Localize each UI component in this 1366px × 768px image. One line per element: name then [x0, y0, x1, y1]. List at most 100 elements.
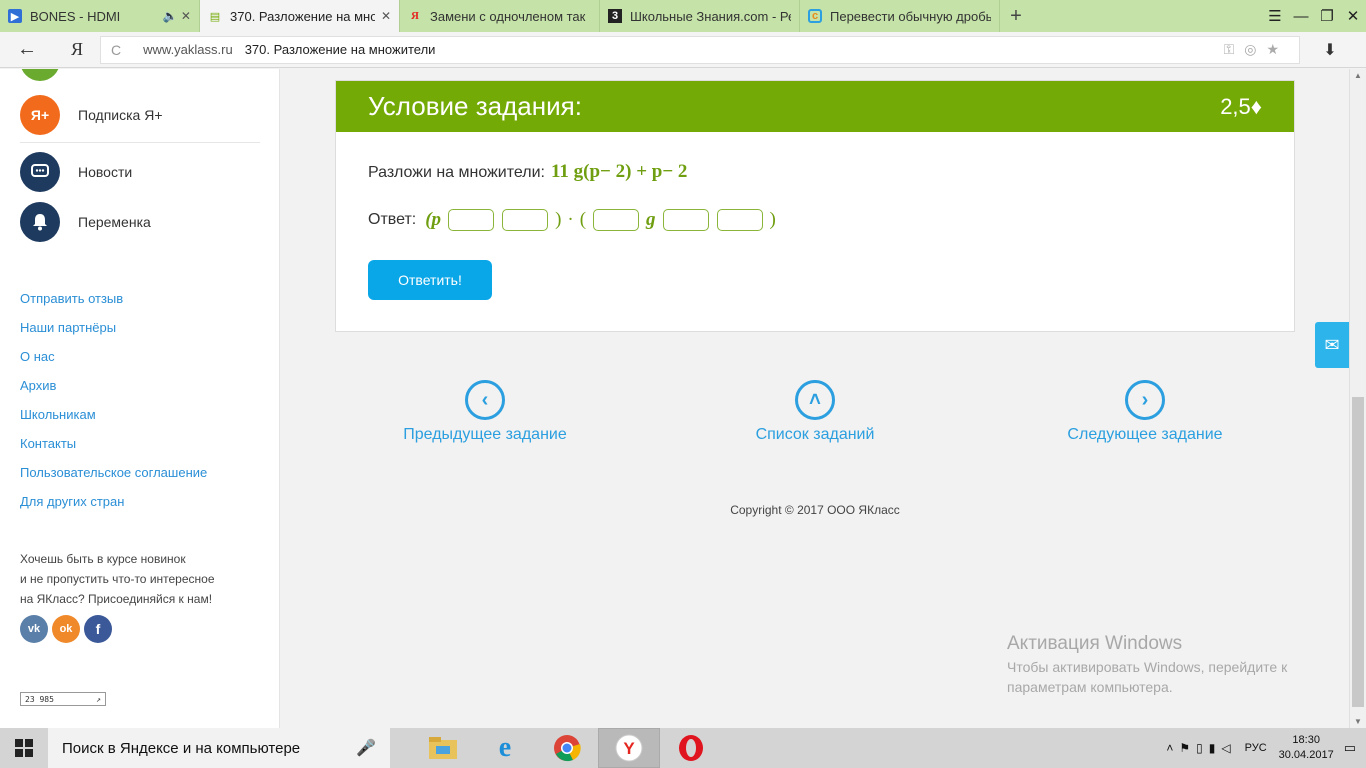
internet-explorer-icon[interactable]: e [474, 728, 536, 768]
activation-title: Активация Windows [1007, 633, 1183, 654]
clock[interactable]: 18:30 30.04.2017 [1279, 733, 1334, 763]
url-domain: www.yaklass.ru [143, 42, 233, 57]
tab-title: Школьные Знания.com - Ре [630, 8, 791, 24]
question-expression: 11 g(p− 2) + p− 2 [550, 161, 688, 182]
yandex-home-button[interactable]: Я [54, 39, 100, 60]
tab-yandex-search[interactable]: Я Замени с одночленом так [400, 0, 600, 32]
task-points: 2,5♦ [1220, 93, 1262, 119]
microphone-icon[interactable]: 🎤 [356, 738, 376, 758]
language-indicator[interactable]: РУС [1245, 742, 1267, 754]
sidebar: Я+ Подписка Я+ Новости Переменка Отправи… [0, 69, 280, 728]
link-partners[interactable]: Наши партнёры [20, 319, 207, 348]
link-agreement[interactable]: Пользовательское соглашение [20, 464, 207, 493]
tab-title: Замени с одночленом так [430, 8, 586, 24]
clock-date: 30.04.2017 [1278, 749, 1334, 761]
task-card: Условие задания: 2,5♦ Разложи на множите… [335, 80, 1295, 332]
close-window-button[interactable]: ✕ [1340, 7, 1366, 25]
maximize-button[interactable]: ❐ [1314, 7, 1340, 25]
social-links: vk ok f [20, 615, 112, 643]
svg-text:Y: Y [623, 739, 635, 758]
answer-label: Ответ: [368, 211, 417, 228]
answer-close-2: ) [769, 209, 776, 230]
answer-field-2[interactable] [502, 209, 549, 231]
scroll-up-icon[interactable]: ▲ [1350, 71, 1366, 80]
tab-fraction[interactable]: c Перевести обычную дробь [800, 0, 1000, 32]
tray-icons[interactable]: ˄⚑▯▮◁ [1166, 741, 1236, 755]
yandex-browser-icon[interactable]: Y [598, 728, 660, 768]
new-tab-button[interactable]: + [1000, 0, 1032, 32]
visitor-counter[interactable]: 23 985 ↗ [20, 692, 106, 706]
tab-title: BONES - HDMI [30, 8, 121, 24]
odnoklassniki-icon[interactable]: ok [52, 615, 80, 643]
footer-links: Отправить отзыв Наши партнёры О нас Архи… [20, 290, 207, 522]
link-feedback[interactable]: Отправить отзыв [20, 290, 207, 319]
minimize-button[interactable]: — [1288, 8, 1314, 25]
scrollbar[interactable]: ▲ ▼ [1349, 69, 1366, 728]
answer-field-4[interactable] [662, 209, 709, 231]
promo-text: Хочешь быть в курсе новинок и не пропуст… [20, 549, 215, 609]
sidebar-item-news[interactable]: Новости [20, 152, 132, 192]
tab-yaklass[interactable]: ▤ 370. Разложение на мно ✕ [200, 0, 400, 32]
link-other-countries[interactable]: Для других стран [20, 493, 207, 522]
close-icon[interactable]: ✕ [381, 9, 391, 23]
url-field[interactable]: C www.yaklass.ru 370. Разложение на множ… [100, 35, 1300, 64]
divider [20, 142, 260, 143]
mail-icon[interactable]: ✉ [1315, 322, 1349, 368]
answer-open-1: (p [425, 209, 442, 230]
promo-line: на ЯКласс? Присоединяйся к нам! [20, 592, 213, 606]
answer-open-2: ( [579, 209, 587, 230]
tab-audio-close[interactable]: 🔈 ✕ [163, 9, 191, 23]
tab-bones-hdmi[interactable]: ▶ BONES - HDMI 🔈 ✕ [0, 0, 200, 32]
bookmark-icons[interactable]: ⚿◎★ [1224, 41, 1289, 58]
menu-icon[interactable]: ☰ [1262, 7, 1288, 25]
search-placeholder: Поиск в Яндексе и на компьютере [62, 739, 301, 757]
book-icon: ▤ [209, 10, 221, 23]
answer-dot: · [567, 209, 574, 230]
answer-field-1[interactable] [448, 209, 495, 231]
sidebar-item-break[interactable]: Переменка [20, 202, 151, 242]
sidebar-item-label: Новости [78, 164, 133, 180]
scroll-thumb[interactable] [1352, 397, 1364, 707]
window-controls: ☰ — ❐ ✕ [1262, 0, 1366, 32]
chrome-icon[interactable] [536, 728, 598, 768]
prev-task-link[interactable]: ‹ Предыдущее задание [365, 380, 605, 444]
task-list-label: Список заданий [755, 426, 875, 443]
taskbar-search[interactable]: Поиск в Яндексе и на компьютере 🎤 [48, 728, 390, 768]
facebook-icon[interactable]: f [84, 615, 112, 643]
scroll-down-icon[interactable]: ▼ [1350, 717, 1366, 726]
arrow-icon: ↗ [96, 694, 101, 704]
sidebar-item-label: Подписка Я+ [78, 107, 163, 123]
taskbar-apps: e Y [412, 728, 722, 768]
browser-tab-bar: ▶ BONES - HDMI 🔈 ✕ ▤ 370. Разложение на … [0, 0, 1366, 32]
link-archive[interactable]: Архив [20, 377, 207, 406]
windows-activation-watermark: Активация Windows Чтобы активировать Win… [1007, 633, 1327, 697]
promo-line: Хочешь быть в курсе новинок [20, 552, 186, 566]
link-students[interactable]: Школьникам [20, 406, 207, 435]
tab-znanija[interactable]: 3 Школьные Знания.com - Ре [600, 0, 800, 32]
bell-icon [20, 202, 60, 242]
answer-field-5[interactable] [716, 209, 763, 231]
sidebar-item-subscription[interactable]: Я+ Подписка Я+ [20, 95, 163, 135]
link-about[interactable]: О нас [20, 348, 207, 377]
answer-field-3[interactable] [593, 209, 640, 231]
download-button[interactable]: ⬇ [1300, 40, 1360, 60]
next-task-link[interactable]: › Следующее задание [1025, 380, 1265, 444]
submit-answer-button[interactable]: Ответить! [368, 260, 492, 300]
link-contacts[interactable]: Контакты [20, 435, 207, 464]
taskbar: Поиск в Яндексе и на компьютере 🎤 e Y ˄⚑… [0, 728, 1366, 768]
opera-icon[interactable] [660, 728, 722, 768]
task-list-link[interactable]: ˄ Список заданий [695, 380, 935, 444]
play-icon: ▶ [8, 9, 22, 23]
file-explorer-icon[interactable] [412, 728, 474, 768]
reload-icon[interactable]: C [111, 42, 121, 58]
answer-g: g [646, 209, 656, 230]
sidebar-item-partial[interactable] [20, 69, 60, 81]
windows-start-icon[interactable] [0, 728, 48, 768]
znanija-icon: 3 [608, 9, 622, 23]
vk-icon[interactable]: vk [20, 615, 48, 643]
answer-row: Ответ: (p ) · ( g ) [368, 209, 779, 231]
notifications-icon[interactable]: ▭ [1344, 740, 1356, 756]
next-task-label: Следующее задание [1067, 426, 1223, 443]
back-button[interactable]: ← [0, 38, 54, 61]
url-page-title: 370. Разложение на множители [244, 42, 436, 57]
